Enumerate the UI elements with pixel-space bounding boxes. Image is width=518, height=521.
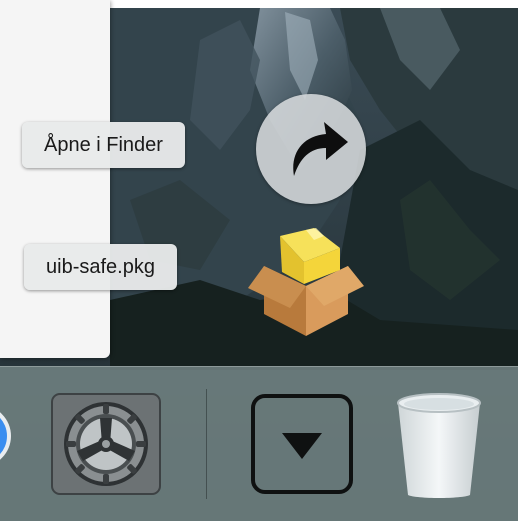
downloads-stack-icon[interactable]	[250, 393, 354, 495]
system-preferences-gear-icon[interactable]	[50, 392, 162, 496]
arrow-curve-right-icon	[293, 122, 348, 176]
finder-window-edge[interactable]	[0, 0, 110, 358]
package-box-icon[interactable]	[244, 222, 368, 340]
dock-separator	[206, 389, 207, 499]
trash-icon[interactable]	[392, 389, 486, 501]
dock	[0, 366, 518, 521]
open-in-finder-button[interactable]	[256, 94, 366, 204]
open-in-finder-label[interactable]: Åpne i Finder	[22, 122, 185, 168]
desktop: Åpne i Finder uib-safe.pkg	[0, 0, 518, 521]
safari-compass-icon[interactable]	[0, 403, 12, 469]
uib-safe-pkg-label[interactable]: uib-safe.pkg	[24, 244, 177, 290]
